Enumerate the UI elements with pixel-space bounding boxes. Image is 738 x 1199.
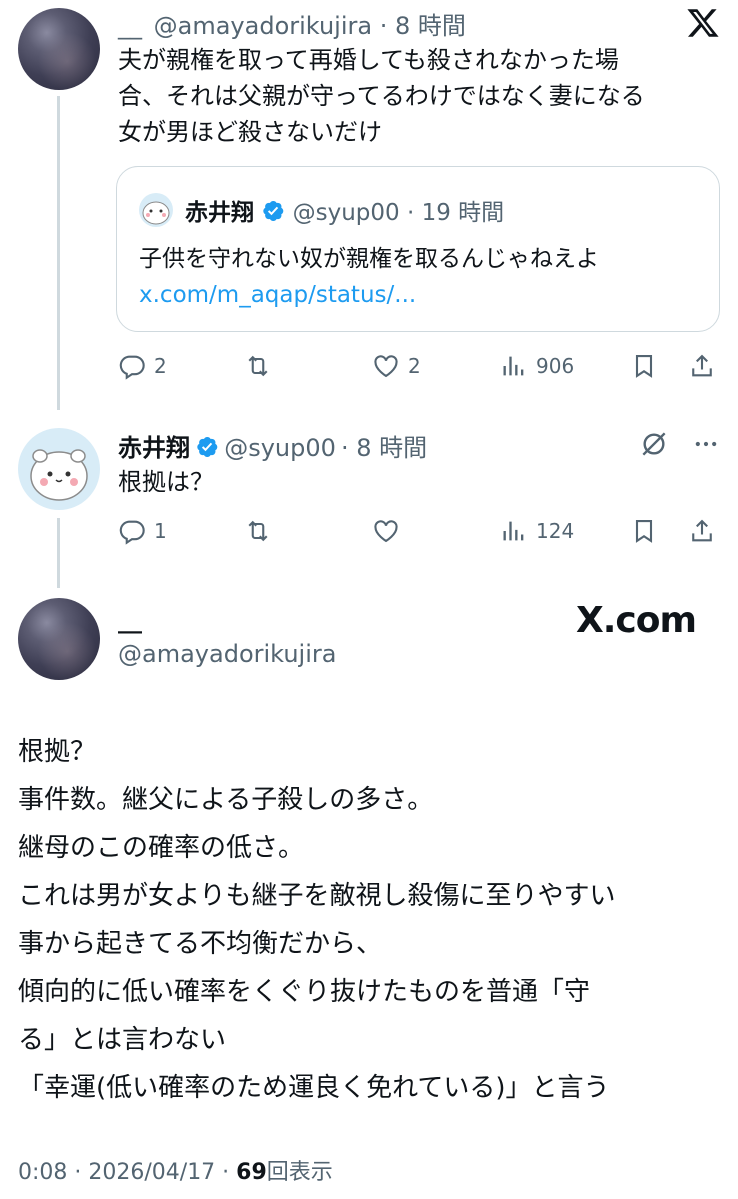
reply-count: 1 xyxy=(154,519,167,543)
views-icon xyxy=(503,356,524,376)
share-icon xyxy=(692,519,712,542)
quote-timestamp[interactable]: 19 時間 xyxy=(422,200,505,226)
handle[interactable]: @amayadorikujira xyxy=(154,12,372,40)
reply-button[interactable]: 2 xyxy=(118,352,167,380)
views-icon xyxy=(503,521,524,541)
more-icon[interactable] xyxy=(690,430,722,458)
view-count: 69 xyxy=(236,1160,267,1185)
reply-icon xyxy=(119,355,145,380)
reply-icon xyxy=(119,520,145,545)
tweet-line: る」とは言わない xyxy=(18,1025,227,1055)
tweet-text: 根拠は？ xyxy=(118,468,214,496)
bookmark-icon xyxy=(635,520,653,543)
brand-logo: X.com xyxy=(576,600,697,641)
bookmark-icon xyxy=(635,355,653,378)
handle[interactable]: @syup00 xyxy=(224,434,336,462)
repost-icon xyxy=(248,520,268,542)
repost-icon xyxy=(248,355,268,377)
quote-link[interactable]: x.com/m_aqap/status/... xyxy=(139,277,416,313)
tweet-line: 傾向的に低い確率をくぐり抜けたものを普通「守 xyxy=(18,977,591,1007)
timestamp[interactable]: 8 時間 xyxy=(395,12,466,40)
quote-avatar xyxy=(139,193,173,227)
like-count: 2 xyxy=(408,354,421,378)
views-count: 124 xyxy=(536,519,575,543)
post-timestamp[interactable]: 0:08 · 2026/04/17 · xyxy=(18,1160,236,1185)
avatar[interactable] xyxy=(18,598,100,680)
tweet-line: 合、それは父親が守ってるわけではなく妻になる xyxy=(118,82,645,110)
bookmark-button[interactable] xyxy=(630,517,658,545)
display-name[interactable]: 赤井翔 xyxy=(118,434,190,462)
quote-text: 子供を守れない奴が親権を取るんじゃねえよ xyxy=(139,246,599,272)
tweet-line: 事件数。継父による子殺しの多さ。 xyxy=(18,785,434,815)
like-icon xyxy=(374,520,398,543)
quote-tweet-card[interactable]: 赤井翔 @syup00 · 19 時間 子供を守れない奴が親権を取るんじゃねえよ… xyxy=(116,166,720,332)
tweet-line: 「幸運(低い確率のため運良く免れている)」と言う xyxy=(18,1073,610,1103)
quote-display-name[interactable]: 赤井翔 xyxy=(185,200,254,226)
display-name[interactable]: __ xyxy=(118,606,142,634)
thread-line xyxy=(57,518,60,588)
views-button[interactable]: 124 xyxy=(500,517,574,545)
timestamp[interactable]: 8 時間 xyxy=(356,434,427,462)
tweet-line: 事から起きてる不均衡だから、 xyxy=(18,929,383,959)
verified-icon xyxy=(195,435,219,459)
share-button[interactable] xyxy=(688,517,716,545)
tweet-line: 女が男ほど殺さないだけ xyxy=(118,118,382,146)
reply-button[interactable]: 1 xyxy=(118,517,167,545)
post-meta: 0:08 · 2026/04/17 · 69回表示 xyxy=(18,1154,333,1186)
x-logo-icon[interactable] xyxy=(686,6,720,40)
tweet-body: 根拠？ 事件数。継父による子殺しの多さ。 継母のこの確率の低さ。 これは男が女よ… xyxy=(18,728,615,1112)
tweet-line: これは男が女よりも継子を敵視し殺傷に至りやすい xyxy=(18,881,616,911)
verified-icon xyxy=(261,199,285,223)
like-icon xyxy=(374,355,398,378)
bookmark-button[interactable] xyxy=(630,352,658,380)
share-button[interactable] xyxy=(688,352,716,380)
like-button[interactable] xyxy=(372,517,408,545)
quote-handle[interactable]: @syup00 xyxy=(293,200,400,226)
share-icon xyxy=(692,354,712,377)
display-name[interactable]: __ xyxy=(118,12,142,40)
views-count: 906 xyxy=(536,354,575,378)
views-button[interactable]: 906 xyxy=(500,352,574,380)
tweet-header: 赤井翔 @syup00 · 8 時間 xyxy=(118,434,428,462)
view-label: 回表示 xyxy=(266,1160,333,1185)
reply-count: 2 xyxy=(154,354,167,378)
tweet-text: 夫が親権を取って再婚しても殺されなかった場 合、それは父親が守ってるわけではなく… xyxy=(118,42,645,150)
like-button[interactable]: 2 xyxy=(372,352,421,380)
tweet-line: 根拠？ xyxy=(18,737,97,767)
repost-button[interactable] xyxy=(244,517,280,545)
tweet-line: 継母のこの確率の低さ。 xyxy=(18,833,305,863)
avatar[interactable] xyxy=(18,428,100,510)
tweet-line: 夫が親権を取って再婚しても殺されなかった場 xyxy=(118,46,619,74)
repost-button[interactable] xyxy=(244,352,280,380)
quote-header: 赤井翔 @syup00 · 19 時間 xyxy=(185,199,505,226)
avatar[interactable] xyxy=(18,8,100,90)
handle[interactable]: @amayadorikujira xyxy=(118,640,336,668)
tweet-header: __ @amayadorikujira · 8 時間 xyxy=(118,12,466,40)
thread-line xyxy=(57,96,60,410)
grok-icon[interactable] xyxy=(638,428,670,460)
